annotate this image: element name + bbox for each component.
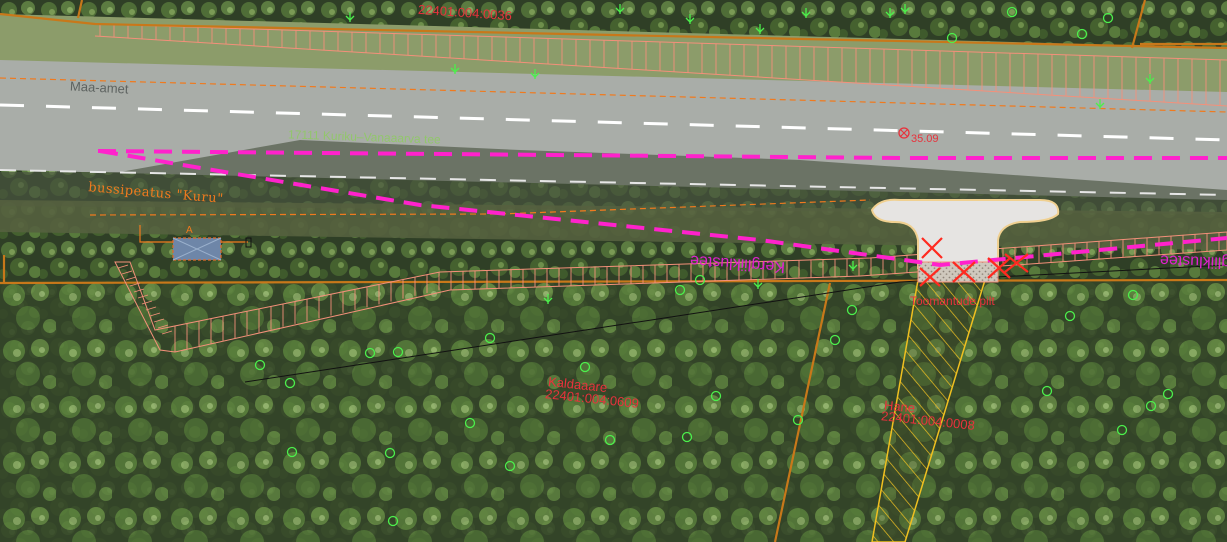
bus-stop-marker: A bbox=[186, 225, 193, 236]
elevation-value: 35.09 bbox=[911, 133, 939, 145]
map-canvas[interactable] bbox=[0, 0, 1227, 542]
removal-note: Toomantude pilt bbox=[910, 294, 995, 308]
forest-area-south bbox=[0, 280, 1227, 542]
planned-path-label-right: Kergliiklustee bbox=[1159, 251, 1227, 272]
map-viewer[interactable]: Maa-amet 17111 Kuriku–Vanaaarva tee buss… bbox=[0, 0, 1227, 542]
basemap-watermark: Maa-amet bbox=[69, 78, 129, 97]
